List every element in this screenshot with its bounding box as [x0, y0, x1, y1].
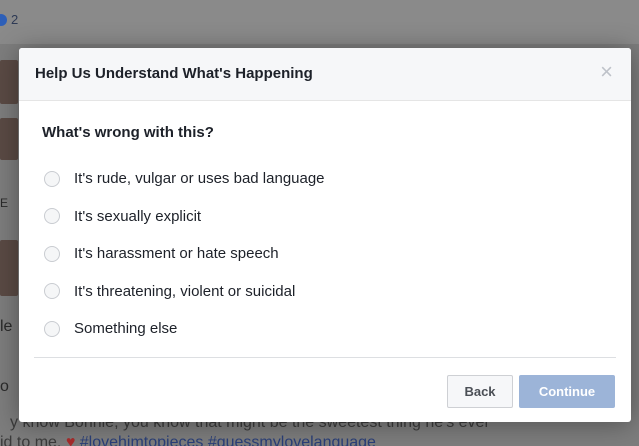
divider [34, 357, 616, 358]
report-options: It's rude, vulgar or uses bad language I… [44, 160, 325, 348]
close-icon[interactable]: × [600, 61, 613, 83]
radio-button[interactable] [44, 245, 60, 262]
dialog-title: Help Us Understand What's Happening [35, 65, 313, 82]
avatar [0, 240, 18, 296]
background-hashtags[interactable]: #lovehimtopieces #guessmylovelanguage [80, 434, 376, 446]
like-reaction-icon [0, 13, 7, 26]
background-text-fragment: o [0, 378, 9, 395]
option-threatening[interactable]: It's threatening, violent or suicidal [44, 273, 325, 311]
background-comment-text: id to me. [0, 434, 62, 446]
radio-button[interactable] [44, 283, 60, 300]
background-text-fragment: E [0, 196, 9, 210]
radio-button[interactable] [44, 320, 60, 337]
option-label: Something else [74, 320, 178, 338]
background-text-fragment: le [0, 318, 13, 335]
option-label: It's threatening, violent or suicidal [74, 282, 296, 300]
reaction-count: 2 [11, 12, 19, 27]
background-post-footer [0, 0, 639, 44]
question-label: What's wrong with this? [42, 124, 214, 141]
avatar [0, 60, 18, 104]
option-sexually-explicit[interactable]: It's sexually explicit [44, 198, 325, 236]
background-comment-line-2: id to me. ♥ #lovehimtopieces #guessmylov… [0, 434, 376, 446]
option-label: It's rude, vulgar or uses bad language [74, 170, 325, 188]
reaction-summary[interactable]: 2 [0, 12, 18, 27]
avatar [0, 118, 18, 160]
report-dialog: Help Us Understand What's Happening × Wh… [19, 48, 631, 422]
radio-button[interactable] [44, 208, 60, 225]
option-label: It's sexually explicit [74, 207, 202, 225]
back-button[interactable]: Back [447, 375, 513, 408]
option-label: It's harassment or hate speech [74, 245, 279, 263]
heart-icon: ♥ [65, 434, 76, 446]
radio-button[interactable] [44, 170, 60, 187]
option-something-else[interactable]: Something else [44, 310, 325, 348]
continue-button[interactable]: Continue [519, 375, 615, 408]
option-harassment[interactable]: It's harassment or hate speech [44, 235, 325, 273]
dialog-header: Help Us Understand What's Happening × [19, 48, 631, 101]
option-rude[interactable]: It's rude, vulgar or uses bad language [44, 160, 325, 198]
